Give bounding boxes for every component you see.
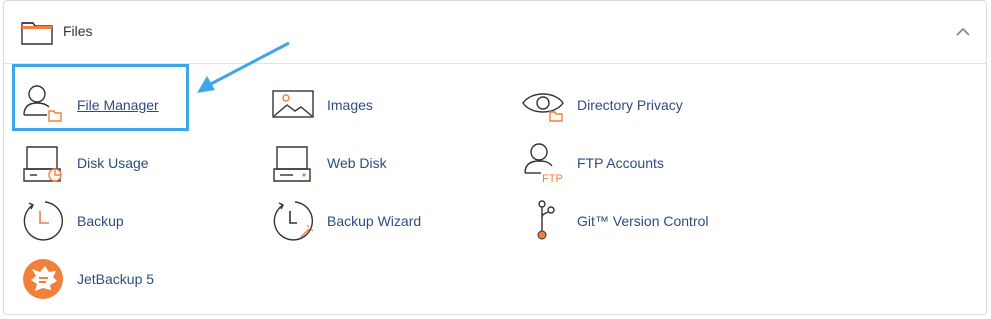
chevron-up-icon[interactable] <box>954 25 972 39</box>
images-label: Images <box>327 97 373 113</box>
backup-icon <box>23 201 64 241</box>
web-disk-icon <box>273 146 311 182</box>
tool-directory-privacy[interactable]: Directory Privacy <box>521 83 701 127</box>
jetbackup-icon <box>23 259 63 299</box>
tool-backup-wizard[interactable]: Backup Wizard <box>271 199 431 243</box>
disk-usage-icon <box>23 146 62 182</box>
folder-icon <box>21 22 53 45</box>
web-disk-label: Web Disk <box>327 155 387 171</box>
tool-disk-usage[interactable]: Disk Usage <box>21 141 161 185</box>
git-icon <box>537 200 555 240</box>
tool-backup[interactable]: Backup <box>21 199 141 243</box>
jetbackup-label: JetBackup 5 <box>77 271 155 287</box>
panel-header[interactable]: Files <box>4 1 986 64</box>
tool-ftp-accounts[interactable]: FTP FTP Accounts <box>521 141 681 185</box>
backup-label: Backup <box>77 213 124 229</box>
backup-wizard-label: Backup Wizard <box>327 213 422 229</box>
tool-web-disk[interactable]: Web Disk <box>271 141 401 185</box>
directory-privacy-label: Directory Privacy <box>577 97 683 113</box>
pointer-arrow <box>197 41 290 93</box>
highlight-box <box>12 64 189 131</box>
tool-jetbackup[interactable]: JetBackup 5 <box>21 257 161 301</box>
panel-title: Files <box>63 23 93 39</box>
tool-git[interactable]: Git™ Version Control <box>521 199 721 243</box>
files-panel: Files File Manager Images Directory Priv… <box>3 0 987 315</box>
ftp-accounts-label: FTP Accounts <box>577 155 664 171</box>
ftp-accounts-icon: FTP <box>524 143 563 185</box>
ftp-icon-text: FTP <box>542 173 563 185</box>
backup-wizard-icon <box>273 201 314 241</box>
disk-usage-label: Disk Usage <box>77 155 149 171</box>
git-label: Git™ Version Control <box>577 213 709 229</box>
directory-privacy-icon <box>522 93 564 122</box>
